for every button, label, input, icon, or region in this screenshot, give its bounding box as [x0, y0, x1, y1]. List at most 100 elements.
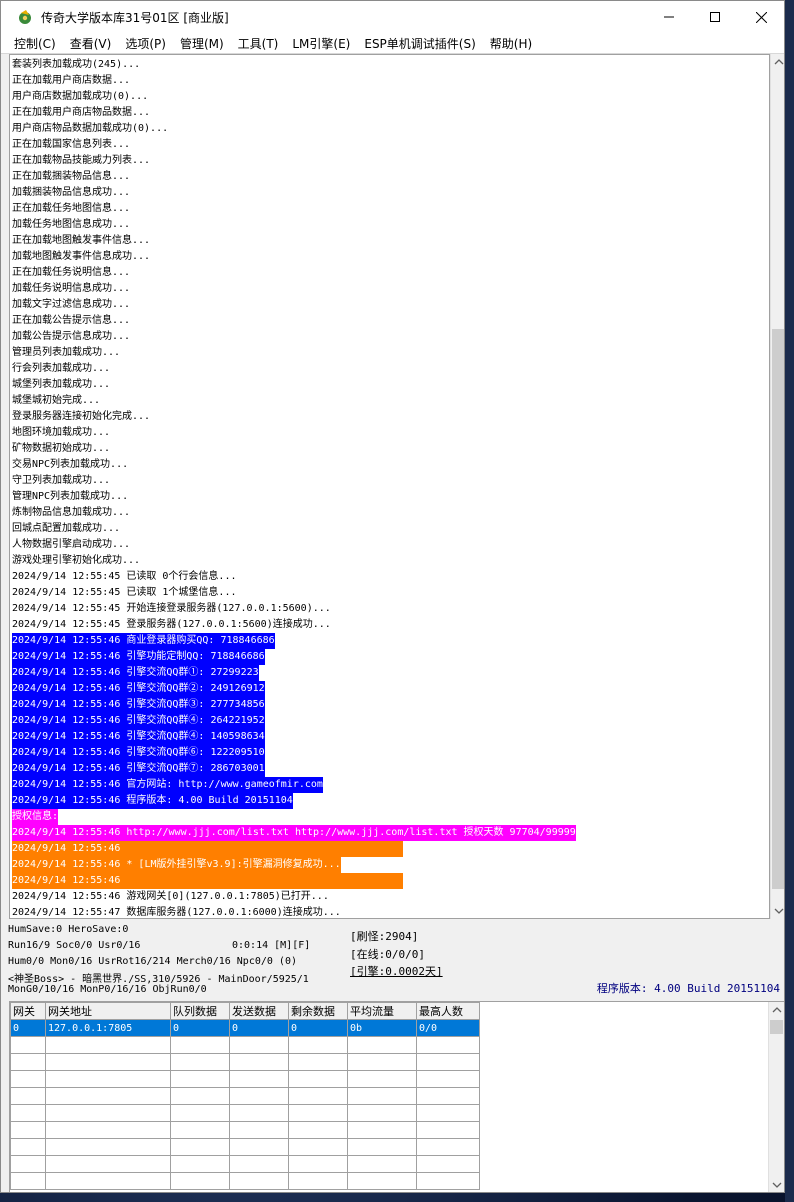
log-line: 守卫列表加载成功...	[12, 473, 576, 489]
status-boss: <神圣Boss> - 暗黑世界./SS,310/5926 - MainDoor/…	[8, 974, 309, 985]
log-line: 地图环境加载成功...	[12, 425, 576, 441]
empty-cell	[229, 1036, 289, 1054]
empty-cell	[416, 1070, 480, 1088]
empty-cell	[45, 1070, 171, 1088]
empty-cell	[10, 1172, 46, 1190]
gateway-grid[interactable]: 网关 网关地址 队列数据 发送数据 剩余数据 平均流量 最高人数 0 127.0.0.1:78…	[9, 1001, 784, 1192]
close-icon	[755, 11, 767, 23]
log-line-text: 回城点配置加载成功...	[12, 523, 121, 534]
log-line-text: 正在加载任务说明信息...	[12, 267, 131, 278]
log-memo[interactable]: 套装列表加载成功(245)... 正在加载用户商店数据... 用户商店数据加载成功(…	[9, 54, 770, 919]
column-header[interactable]: 平均流量	[347, 1002, 417, 1020]
log-line-text: 人物数据引擎启动成功...	[12, 539, 131, 550]
scroll-thumb[interactable]	[772, 329, 784, 889]
scroll-up-icon[interactable]	[774, 57, 784, 67]
log-line: 正在加载地图触发事件信息...	[12, 233, 576, 249]
log-line-text: 加载任务说明信息成功...	[12, 283, 131, 294]
empty-row	[10, 1036, 480, 1054]
grid-scroll-thumb[interactable]	[770, 1020, 783, 1034]
menu-esp-plugin[interactable]: ESP单机调试插件(S)	[357, 35, 482, 52]
log-line-text: 2024/9/14 12:55:46	[12, 841, 403, 857]
log-line-text: 2024/9/14 12:55:45 登录服务器(127.0.0.1:5600)…	[12, 619, 331, 630]
empty-cell	[170, 1036, 230, 1054]
column-header[interactable]: 最高人数	[416, 1002, 480, 1020]
empty-row	[10, 1087, 480, 1105]
log-line: 2024/9/14 12:55:46 * [LM版外挂引擎v3.9]:引擎漏洞修…	[12, 857, 576, 873]
log-line-text: 2024/9/14 12:55:47 数据库服务器(127.0.0.1:6000…	[12, 907, 341, 918]
menu-help[interactable]: 帮助(H)	[483, 35, 539, 52]
log-line-text: 授权信息:	[12, 809, 59, 825]
table-cell: 0b	[347, 1019, 417, 1037]
empty-cell	[288, 1036, 348, 1054]
log-line: 加载文字过滤信息成功...	[12, 297, 576, 313]
log-line: 管理员列表加载成功...	[12, 345, 576, 361]
menu-control[interactable]: 控制(C)	[7, 35, 63, 52]
log-line-text: 2024/9/14 12:55:45 已读取 0个行会信息...	[12, 571, 237, 582]
empty-cell	[229, 1155, 289, 1173]
column-header[interactable]: 发送数据	[229, 1002, 289, 1020]
log-line-text: 登录服务器连接初始化完成...	[12, 411, 151, 422]
status-refresh: [刷怪:2904]	[350, 930, 419, 943]
status-engine[interactable]: [引擎:0.0002天]	[350, 963, 443, 979]
empty-cell	[45, 1155, 171, 1173]
log-line: 游戏处理引擎初始化成功...	[12, 553, 576, 569]
empty-cell	[416, 1138, 480, 1156]
log-line-text: 2024/9/14 12:55:45 开始连接登录服务器(127.0.0.1:5…	[12, 603, 331, 614]
empty-cell	[288, 1070, 348, 1088]
status-run: Run16/9 Soc0/0 Usr0/16	[8, 940, 141, 951]
menu-view[interactable]: 查看(V)	[63, 35, 119, 52]
empty-cell	[347, 1070, 417, 1088]
empty-cell	[347, 1036, 417, 1054]
log-line-text: 管理NPC列表加载成功...	[12, 491, 129, 502]
column-header[interactable]: 网关地址	[45, 1002, 171, 1020]
empty-cell	[416, 1053, 480, 1071]
title-bar[interactable]: 传奇大学版本库31号01区 [商业版]	[1, 1, 784, 33]
log-line-text: 2024/9/14 12:55:45 已读取 1个城堡信息...	[12, 587, 237, 598]
log-line: 2024/9/14 12:55:46 引擎交流QQ群③: 277734856	[12, 697, 576, 713]
log-line: 登录服务器连接初始化完成...	[12, 409, 576, 425]
log-line: 2024/9/14 12:55:46 游戏网关[0](127.0.0.1:780…	[12, 889, 576, 905]
log-line-text: 套装列表加载成功(245)...	[12, 59, 141, 70]
log-line-text: 城堡城初始完成...	[12, 395, 101, 406]
log-line-text: 正在加载物品技能威力列表...	[12, 155, 151, 166]
menu-tools[interactable]: 工具(T)	[231, 35, 286, 52]
status-uptime: 0:0:14 [M][F]	[232, 940, 311, 951]
gateway-table: 网关 网关地址 队列数据 发送数据 剩余数据 平均流量 最高人数 0 127.0.0.1:78…	[10, 1002, 480, 1190]
log-line-text: 2024/9/14 12:55:46 游戏网关[0](127.0.0.1:780…	[12, 891, 329, 902]
grid-scroll-up-icon[interactable]	[772, 1005, 782, 1015]
log-line-text: 交易NPC列表加载成功...	[12, 459, 129, 470]
menu-options[interactable]: 选项(P)	[118, 35, 173, 52]
empty-cell	[288, 1138, 348, 1156]
grid-scroll-down-icon[interactable]	[772, 1180, 782, 1190]
menu-lm-engine[interactable]: LM引擎(E)	[285, 35, 357, 52]
maximize-button[interactable]	[692, 1, 738, 33]
log-line-text: 游戏处理引擎初始化成功...	[12, 555, 141, 566]
empty-cell	[10, 1104, 46, 1122]
table-row[interactable]: 0 127.0.0.1:7805 0 0 0 0b 0/0	[10, 1019, 480, 1037]
column-header[interactable]: 队列数据	[170, 1002, 230, 1020]
log-line-text: 正在加载任务地图信息...	[12, 203, 131, 214]
empty-cell	[10, 1036, 46, 1054]
log-line-text: 正在加载地图触发事件信息...	[12, 235, 151, 246]
log-line: 正在加载用户商店数据...	[12, 73, 576, 89]
empty-cell	[288, 1053, 348, 1071]
minimize-button[interactable]	[646, 1, 692, 33]
scroll-down-icon[interactable]	[774, 906, 784, 916]
log-line: 管理NPC列表加载成功...	[12, 489, 576, 505]
log-line: 正在加载物品技能威力列表...	[12, 153, 576, 169]
grid-scrollbar[interactable]	[768, 1002, 784, 1192]
empty-cell	[288, 1155, 348, 1173]
log-line-text: 2024/9/14 12:55:46 引擎交流QQ群④: 264221952	[12, 713, 265, 729]
column-header[interactable]: 剩余数据	[288, 1002, 348, 1020]
log-line: 2024/9/14 12:55:46 官方网站: http://www.game…	[12, 777, 576, 793]
empty-cell	[416, 1121, 480, 1139]
log-scrollbar[interactable]	[770, 54, 784, 919]
empty-cell	[10, 1070, 46, 1088]
column-header[interactable]: 网关	[10, 1002, 46, 1020]
empty-row	[10, 1138, 480, 1156]
menu-manage[interactable]: 管理(M)	[173, 35, 231, 52]
empty-cell	[45, 1087, 171, 1105]
log-line: 行会列表加载成功...	[12, 361, 576, 377]
table-cell: 0	[229, 1019, 289, 1037]
close-button[interactable]	[738, 1, 784, 33]
